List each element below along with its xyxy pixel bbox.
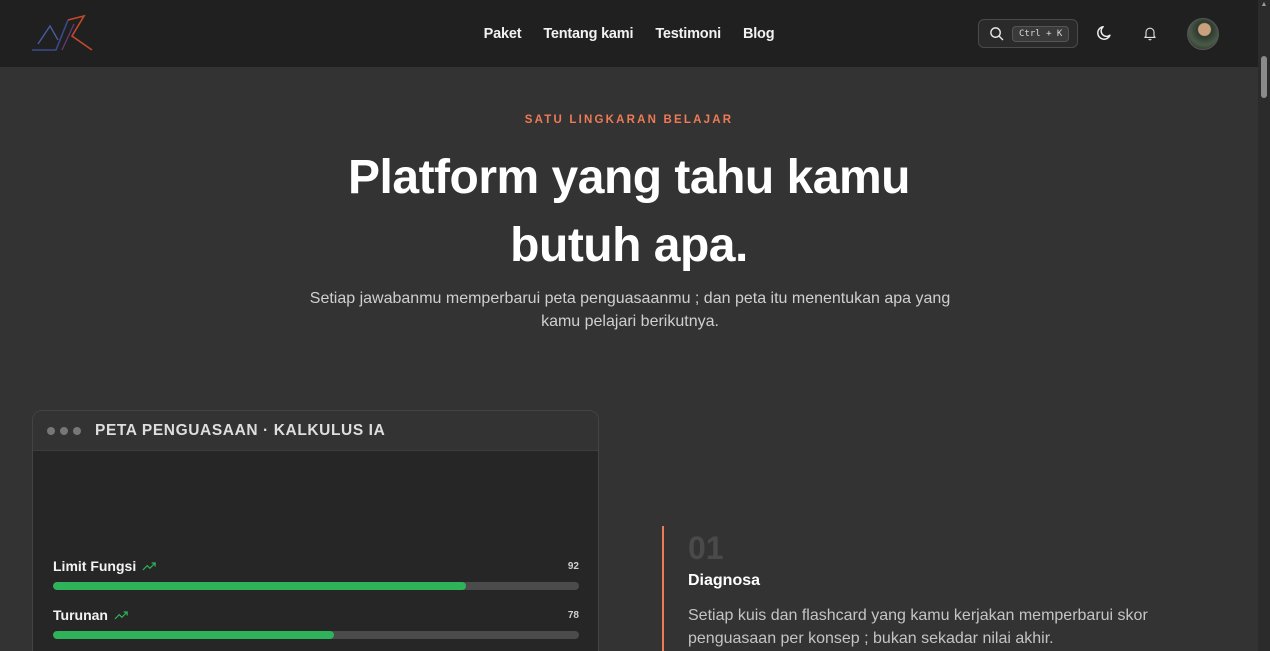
progress-bar xyxy=(53,631,579,639)
progress-bar xyxy=(53,582,579,590)
step-diagnosa: 01 Diagnosa Setiap kuis dan flashcard ya… xyxy=(662,526,1202,651)
progress-bar-fill xyxy=(53,631,335,639)
scroll-thumb[interactable] xyxy=(1261,56,1267,98)
window-dot xyxy=(60,426,68,435)
nav-link-testimoni[interactable]: Testimoni xyxy=(655,26,721,42)
page-scrollbar[interactable]: ▲ xyxy=(1258,0,1270,651)
progress-bar-fill xyxy=(53,582,466,590)
window-dot xyxy=(73,426,81,435)
step-title: Diagnosa xyxy=(688,572,761,589)
bell-icon xyxy=(1144,27,1156,41)
trending-up-icon xyxy=(142,561,156,570)
step-description: Setiap kuis dan flashcard yang kamu kerj… xyxy=(688,607,1148,647)
hero-title-line-1: Platform yang tahu kamu xyxy=(348,151,910,204)
nav-link-tentang-kami[interactable]: Tentang kami xyxy=(543,26,633,42)
page: Paket Tentang kami Testimoni Blog Ctrl +… xyxy=(0,0,1270,651)
step-number: 01 xyxy=(688,530,724,566)
hero-subtitle: Setiap jawabanmu memperbarui peta pengua… xyxy=(309,290,951,330)
card-header: PETA PENGUASAAN · KALKULUS IA xyxy=(33,411,598,451)
card-title: PETA PENGUASAAN · KALKULUS IA xyxy=(95,421,386,439)
scroll-up-arrow-icon[interactable]: ▲ xyxy=(1260,1,1268,9)
window-dots xyxy=(47,426,81,435)
moon-icon xyxy=(1097,25,1111,40)
top-navbar: Paket Tentang kami Testimoni Blog Ctrl +… xyxy=(0,0,1258,67)
user-avatar[interactable] xyxy=(1187,18,1219,50)
hero-title: Platform yang tahu kamu butuh apa. xyxy=(0,144,1258,280)
search-button[interactable]: Ctrl + K xyxy=(978,19,1078,48)
brand-logo[interactable] xyxy=(28,12,98,54)
theme-toggle-button[interactable] xyxy=(1094,22,1116,44)
concept-score: 92 xyxy=(567,560,579,572)
notifications-button[interactable] xyxy=(1139,22,1161,44)
window-dot xyxy=(47,426,55,435)
keyboard-shortcut: Ctrl + K xyxy=(1012,25,1070,42)
concept-row-turunan: Turunan 78 xyxy=(53,607,579,639)
concept-name: Turunan xyxy=(53,607,128,623)
nav-link-paket[interactable]: Paket xyxy=(484,26,522,42)
trending-up-icon xyxy=(114,610,128,619)
concept-name: Limit Fungsi xyxy=(53,558,156,574)
concept-row-limit-fungsi: Limit Fungsi 92 xyxy=(53,558,579,590)
concept-score: 78 xyxy=(567,609,579,621)
hero-title-line-2: butuh apa. xyxy=(510,219,748,272)
nav-link-blog[interactable]: Blog xyxy=(743,26,775,42)
mastery-map-card: PETA PENGUASAAN · KALKULUS IA Limit Fung… xyxy=(32,410,599,651)
hero-eyebrow: SATU LINGKARAN BELAJAR xyxy=(524,114,734,126)
logo-icon xyxy=(32,14,93,51)
search-icon xyxy=(990,27,1004,41)
